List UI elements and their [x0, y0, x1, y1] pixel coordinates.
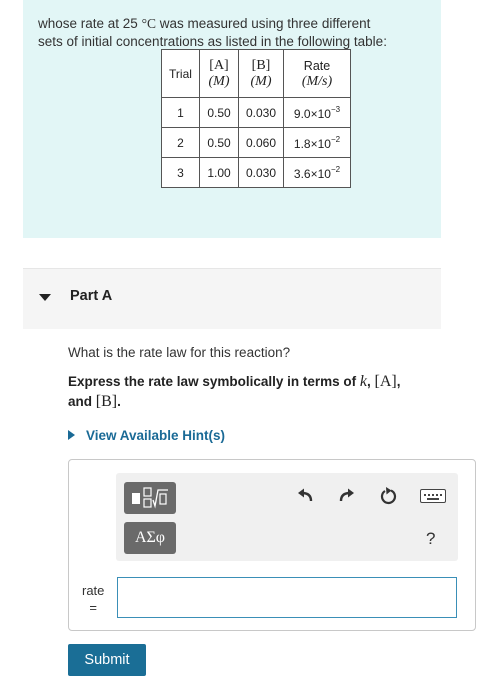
symbol-b: [B]	[95, 393, 118, 410]
rate-base: 3.6×10	[293, 166, 331, 181]
math-toolbar: ΑΣφ ?	[116, 473, 458, 561]
cell-b: 0.030	[238, 97, 284, 128]
separator: ,	[396, 374, 401, 389]
header-rate: Rate (M/s)	[283, 49, 351, 98]
cell-rate: 1.8×10−2	[283, 127, 351, 158]
redo-icon	[339, 488, 354, 502]
part-a-header[interactable]: Part A	[23, 268, 441, 329]
header-b: [B] (M)	[238, 49, 284, 98]
table-header-row: Trial [A] (M) [B] (M) Rate (M/s)	[161, 49, 351, 98]
temperature-unit: °C	[141, 16, 156, 31]
intro-line1-end: was measured using three different	[155, 16, 371, 31]
help-icon[interactable]: ?	[426, 529, 435, 549]
separator: ,	[366, 374, 375, 389]
cell-b: 0.030	[238, 157, 284, 188]
cell-trial: 3	[161, 157, 200, 188]
table-row: 2 0.50 0.060 1.8×10−2	[161, 127, 351, 158]
rate-base: 1.8×10	[293, 136, 331, 151]
undo-button[interactable]	[292, 483, 318, 509]
cell-trial: 1	[161, 97, 200, 128]
cell-a: 0.50	[199, 97, 239, 128]
rate-label: rate =	[82, 582, 104, 616]
header-trial: Trial	[161, 49, 200, 98]
answer-panel: ΑΣφ ? rate =	[68, 459, 476, 631]
part-label: Part A	[70, 288, 113, 304]
undo-icon	[298, 488, 313, 502]
rate-exponent: −2	[330, 164, 341, 174]
collapse-caret-icon[interactable]	[39, 294, 51, 301]
header-rate-label: Rate	[303, 58, 331, 73]
hint-caret-icon[interactable]	[68, 430, 75, 440]
reset-icon	[380, 487, 397, 505]
symbol-a: [A]	[374, 373, 397, 390]
concentration-table: Trial [A] (M) [B] (M) Rate (M/s) 1 0.50 …	[161, 49, 351, 188]
rate-exponent: −2	[330, 134, 341, 144]
instructions-and: and	[68, 394, 96, 409]
table-row: 1 0.50 0.030 9.0×10−3	[161, 97, 351, 128]
rate-exponent: −3	[330, 104, 341, 114]
rate-base: 9.0×10	[293, 106, 331, 121]
rate-law-input[interactable]	[117, 577, 457, 618]
cell-trial: 2	[161, 127, 200, 158]
period: .	[117, 394, 121, 409]
symbol-k: k	[359, 373, 367, 390]
templates-icon	[132, 487, 168, 509]
header-a-label: [A]	[209, 57, 229, 73]
redo-button[interactable]	[334, 483, 360, 509]
cell-a: 1.00	[199, 157, 239, 188]
cell-rate: 3.6×10−2	[283, 157, 351, 188]
intro-line2: sets of initial concentrations as listed…	[38, 34, 387, 49]
intro-line1-start: whose rate at 25	[38, 16, 142, 31]
cell-a: 0.50	[199, 127, 239, 158]
instructions-text: Express the rate law symbolically in ter…	[68, 374, 360, 389]
question-text: What is the rate law for this reaction?	[68, 345, 291, 360]
greek-letters-button[interactable]: ΑΣφ	[124, 522, 176, 554]
header-b-label: [B]	[251, 57, 271, 73]
submit-button[interactable]: Submit	[68, 644, 146, 676]
reset-button[interactable]	[376, 483, 402, 509]
header-rate-unit: (M/s)	[301, 73, 333, 89]
cell-rate: 9.0×10−3	[283, 97, 351, 128]
header-a-unit: (M)	[208, 73, 230, 89]
header-a: [A] (M)	[199, 49, 239, 98]
equals-sign: =	[89, 600, 97, 615]
rate-label-text: rate	[82, 583, 105, 598]
cell-b: 0.060	[238, 127, 284, 158]
instructions: Express the rate law symbolically in ter…	[68, 372, 448, 412]
table-row: 3 1.00 0.030 3.6×10−2	[161, 157, 351, 188]
templates-button[interactable]	[124, 482, 176, 514]
header-b-unit: (M)	[250, 73, 272, 89]
problem-intro: whose rate at 25 °C was measured using t…	[23, 0, 441, 238]
intro-text: whose rate at 25 °C was measured using t…	[38, 15, 438, 51]
keyboard-icon[interactable]	[420, 489, 446, 503]
view-hints-link[interactable]: View Available Hint(s)	[86, 428, 225, 443]
